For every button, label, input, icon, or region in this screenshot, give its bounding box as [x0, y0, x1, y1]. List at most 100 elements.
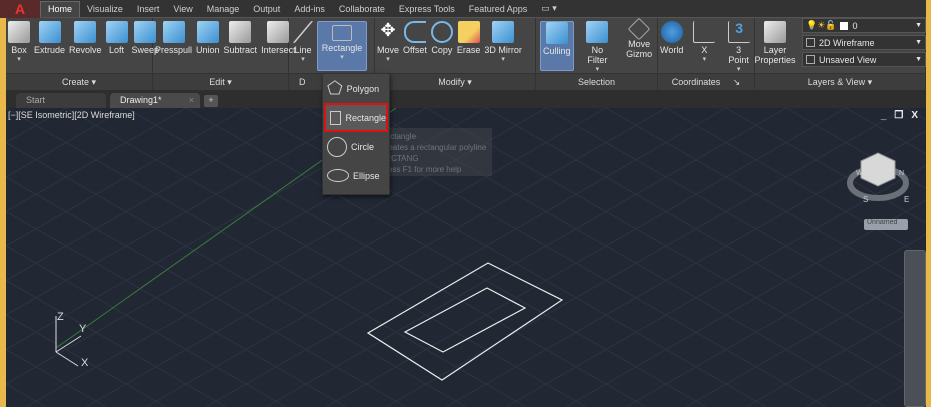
tab-home[interactable]: Home	[40, 1, 81, 17]
tab-collaborate[interactable]: Collaborate	[332, 2, 392, 17]
view-value: Unsaved View	[819, 54, 877, 65]
presspull-icon	[162, 21, 185, 43]
label: Coordinates	[671, 77, 721, 87]
menu-item-polygon[interactable]: ⬠ Polygon	[323, 74, 389, 103]
color-swatch	[840, 21, 849, 30]
menu-item-ellipse[interactable]: Ellipse	[323, 161, 389, 190]
tooltip-help: Press F1 for more help	[380, 165, 462, 174]
globe-ucs-icon	[660, 21, 683, 43]
label: Edit	[209, 77, 225, 87]
tooltip: Rectangle Creates a rectangular polyline…	[375, 128, 492, 176]
world-button[interactable]: World	[658, 21, 685, 56]
compass-n: N	[899, 170, 904, 177]
label: Move Gizmo	[626, 39, 653, 59]
named-view-dropdown[interactable]: Unsaved View ▼	[802, 52, 926, 67]
label: Loft	[109, 45, 125, 55]
label: Drawing1*	[120, 95, 162, 105]
edit-panel-label[interactable]: Edit ▾	[153, 74, 289, 90]
label: X	[701, 45, 708, 55]
create-panel-label[interactable]: Create ▾	[6, 74, 153, 90]
tab-manage[interactable]: Manage	[200, 2, 247, 17]
layer-dropdown[interactable]: 💡☀🔓 0 ▼	[802, 18, 926, 33]
revolve-button[interactable]: Revolve	[67, 21, 104, 56]
label: Modify	[438, 77, 465, 87]
new-tab-button[interactable]: +	[204, 95, 218, 107]
workspace-toggle-button[interactable]: ▭ ▾	[534, 1, 564, 17]
label: Polygon	[346, 83, 380, 94]
extrude-button[interactable]: Extrude	[32, 21, 67, 56]
label: Union	[196, 45, 220, 55]
tab-insert[interactable]: Insert	[130, 2, 167, 17]
label: Selection	[577, 77, 616, 87]
ellipse-icon	[327, 169, 349, 182]
tab-output[interactable]: Output	[246, 2, 287, 17]
minimize-button[interactable]: _	[881, 110, 887, 121]
selection-panel-label: Selection	[536, 74, 658, 90]
ucs-icon	[55, 316, 82, 367]
ucs-3point-icon: 3	[727, 20, 750, 43]
line-button[interactable]: Line ▾	[289, 21, 317, 64]
label: D	[299, 77, 306, 87]
subtract-button[interactable]: Subtract	[222, 21, 260, 56]
label: Create	[61, 77, 89, 87]
no-filter-button[interactable]: No Filter ▾	[580, 21, 616, 73]
loft-button[interactable]: Loft	[104, 21, 130, 56]
label: Move	[377, 45, 400, 55]
file-tab-drawing1[interactable]: Drawing1* ×	[110, 93, 200, 108]
union-button[interactable]: Union	[194, 21, 222, 56]
tab-add-ins[interactable]: Add-ins	[287, 2, 332, 17]
panel-labels: Create ▾ Edit ▾ D Modify ▾ Selection Coo…	[6, 73, 926, 90]
ribbon: Box ▾ Extrude Revolve Loft Sweep Presspul…	[6, 17, 926, 73]
compass-w: W	[856, 170, 863, 177]
layer-properties-button[interactable]: Layer Properties	[754, 21, 796, 66]
menu-item-rectangle[interactable]: Rectangle	[324, 103, 388, 132]
app-menu-button[interactable]: A	[0, 0, 40, 18]
culling-button[interactable]: Culling	[540, 21, 574, 71]
tab-visualize[interactable]: Visualize	[80, 2, 130, 17]
close-button[interactable]: X	[911, 110, 918, 121]
presspull-button[interactable]: Presspull	[153, 21, 194, 56]
extrude-icon	[38, 21, 61, 43]
ucs-y-label: Y	[79, 323, 87, 335]
gizmo-icon	[627, 17, 651, 41]
layers-view-panel-label[interactable]: Layers & View ▾	[755, 74, 926, 90]
viewcube[interactable]: S E W N	[847, 152, 909, 204]
offset-button[interactable]: Offset	[401, 21, 429, 56]
panel-coordinates: World X ▾ 33 Point ▾	[658, 18, 755, 73]
visual-style-value: 2D Wireframe	[819, 37, 875, 48]
erase-button[interactable]: Erase	[455, 21, 483, 56]
viewport-controls-label[interactable]: [−][SE Isometric][2D Wireframe]	[8, 110, 135, 120]
modify-panel-label[interactable]: Modify ▾	[375, 74, 536, 90]
move-button[interactable]: ✥ Move ▾	[375, 20, 401, 64]
3d-mirror-icon	[492, 21, 515, 43]
ucs-menu[interactable]: Unnamed	[864, 219, 908, 230]
ucs-x-label: X	[81, 357, 89, 369]
move-gizmo-button[interactable]: Move Gizmo	[621, 17, 657, 60]
layer-stack-icon	[764, 21, 786, 43]
tab-express-tools[interactable]: Express Tools	[392, 2, 462, 17]
draw-shape-dropdown: ⬠ Polygon Rectangle Circle Ellipse	[322, 73, 390, 195]
rectangle-icon	[330, 110, 342, 125]
tab-featured-apps[interactable]: Featured Apps	[462, 2, 535, 17]
intersect-icon	[267, 21, 290, 43]
menu-item-circle[interactable]: Circle	[323, 132, 389, 161]
revolve-icon	[74, 21, 97, 43]
panel-create: Box ▾ Extrude Revolve Loft Sweep	[6, 18, 159, 73]
tooltip-desc: Creates a rectangular polyline	[380, 143, 487, 152]
3-point-button[interactable]: 33 Point ▾	[723, 20, 754, 73]
rectangle-button[interactable]: Rectangle ▾	[317, 21, 367, 71]
tooltip-title: Rectangle	[380, 132, 417, 141]
visual-style-dropdown[interactable]: 2D Wireframe ▼	[802, 35, 926, 50]
coordinates-panel-label[interactable]: Coordinates ↘	[658, 74, 755, 90]
restore-button[interactable]: ❐	[894, 110, 903, 121]
ucs-x-button[interactable]: X ▾	[691, 21, 717, 64]
copy-button[interactable]: Copy	[429, 21, 455, 56]
box-button[interactable]: Box ▾	[6, 21, 32, 64]
tab-view[interactable]: View	[166, 2, 199, 17]
file-tab-start[interactable]: Start	[16, 93, 106, 108]
close-icon[interactable]: ×	[189, 95, 194, 105]
navigation-bar[interactable]	[904, 250, 926, 407]
3d-mirror-button[interactable]: 3D Mirror ▾	[482, 21, 524, 64]
label: World	[660, 45, 684, 55]
visual-style-icon	[806, 38, 815, 47]
